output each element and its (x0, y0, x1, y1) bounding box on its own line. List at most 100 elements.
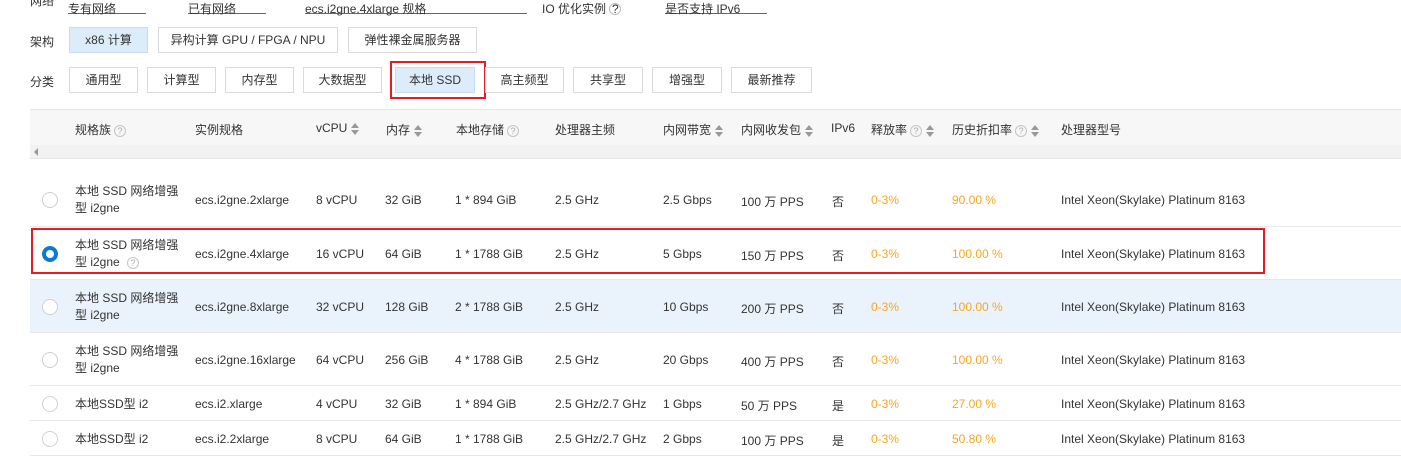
sort-icon[interactable] (351, 122, 360, 135)
sort-icon[interactable] (715, 124, 724, 137)
header-memory[interactable]: 内存 (386, 121, 423, 138)
cell-discount: 100.00 % (952, 299, 1003, 314)
cell-spec: ecs.i2.xlarge (195, 396, 263, 411)
help-icon: ? (910, 124, 923, 137)
help-icon: ? (507, 124, 520, 137)
cell-release-rate: 0-3% (871, 396, 900, 411)
sort-icon[interactable] (805, 124, 814, 137)
category-memory-button[interactable]: 内存型 (225, 67, 294, 93)
header-release-rate[interactable]: 释放率? (871, 121, 935, 138)
cell-discount: 100.00 % (952, 352, 1003, 367)
cell-release-rate: 0-3% (871, 193, 900, 207)
cell-bandwidth: 10 Gbps (663, 299, 709, 314)
cell-storage: 1 * 894 GiB (455, 396, 517, 411)
cell-ipv6: 否 (832, 354, 845, 369)
cell-family: 本地 SSD 网络增强型 i2gne (75, 343, 179, 375)
cell-cpu-model: Intel Xeon(Skylake) Platinum 8163 (1061, 193, 1246, 207)
scroll-left-icon[interactable] (34, 148, 38, 156)
cell-family: 本地SSD型 i2 (75, 396, 149, 411)
cell-discount: 90.00 % (952, 193, 997, 207)
cell-cpu-model: Intel Xeon(Skylake) Platinum 8163 (1061, 431, 1246, 446)
header-bandwidth[interactable]: 内网带宽 (663, 121, 724, 138)
vpc-select[interactable]: 已有网络 (188, 2, 266, 16)
cell-family: 本地SSD型 i2 (75, 431, 149, 446)
header-family[interactable]: 规格族? (75, 121, 127, 138)
category-general-button[interactable]: 通用型 (69, 67, 138, 93)
cell-memory: 32 GiB (385, 193, 422, 207)
header-vcpu[interactable]: vCPU (316, 121, 360, 135)
spec-search-input[interactable]: ecs.i2gne.4xlarge 规格 (305, 2, 527, 16)
cell-pps: 400 万 PPS (741, 354, 804, 369)
cell-release-rate: 0-3% (871, 299, 900, 314)
category-high-freq-button[interactable]: 高主频型 (485, 67, 564, 93)
help-icon: ? (1015, 124, 1028, 137)
cell-frequency: 2.5 GHz (555, 299, 600, 314)
table-row[interactable]: 本地 SSD 网络增强型 i2gne ecs.i2gne.16xlarge 64 v… (30, 333, 1401, 386)
category-bigdata-button[interactable]: 大数据型 (303, 67, 382, 93)
cell-spec: ecs.i2gne.16xlarge (195, 352, 296, 367)
cell-cpu-model: Intel Xeon(Skylake) Platinum 8163 (1061, 396, 1246, 411)
table-row[interactable]: 本地SSD型 i2 ecs.i2.2xlarge 8 vCPU 64 GiB 1 * 1… (30, 421, 1401, 456)
cell-vcpu: 8 vCPU (316, 193, 358, 207)
cell-ipv6: 是 (832, 398, 845, 413)
sort-icon[interactable] (1031, 124, 1040, 137)
cell-pps: 100 万 PPS (741, 195, 804, 209)
sort-icon[interactable] (926, 124, 935, 137)
table-row[interactable]: 本地SSD型 i2 ecs.i2.xlarge 4 vCPU 32 GiB 1 * 89… (30, 386, 1401, 421)
highlight-box-local-ssd (390, 61, 486, 99)
ipv6-select[interactable]: 是否支持 IPv6 (665, 2, 767, 16)
cell-pps: 100 万 PPS (741, 433, 804, 448)
highlight-box-selected-row (31, 228, 1265, 274)
category-label: 分类 (30, 75, 55, 89)
cell-vcpu: 4 vCPU (316, 396, 358, 411)
header-storage[interactable]: 本地存储? (456, 121, 520, 138)
category-shared-button[interactable]: 共享型 (573, 67, 643, 93)
cell-frequency: 2.5 GHz (555, 193, 600, 207)
header-ipv6: IPv6 (831, 121, 856, 135)
cell-release-rate: 0-3% (871, 352, 900, 367)
cell-storage: 1 * 1788 GiB (455, 431, 524, 446)
top-filter-row: 网络 专有网络 已有网络 ecs.i2gne.4xlarge 规格 IO 优化实… (0, 0, 1401, 16)
cell-ipv6: 是 (832, 433, 845, 448)
arch-heterogeneous-button[interactable]: 异构计算 GPU / FPGA / NPU (158, 27, 338, 53)
cell-memory: 256 GiB (385, 352, 429, 367)
category-compute-button[interactable]: 计算型 (147, 67, 216, 93)
cell-frequency: 2.5 GHz (555, 352, 600, 367)
cell-bandwidth: 20 Gbps (663, 352, 709, 367)
cell-bandwidth: 1 Gbps (663, 396, 702, 411)
cell-ipv6: 否 (832, 301, 845, 316)
cell-spec: ecs.i2.2xlarge (195, 431, 270, 446)
cell-vcpu: 8 vCPU (316, 431, 358, 446)
cell-storage: 1 * 894 GiB (455, 193, 517, 207)
cell-spec: ecs.i2gne.2xlarge (195, 193, 290, 207)
row-radio[interactable] (42, 351, 58, 368)
io-optimized-label: IO 优化实例 ? (542, 2, 632, 16)
sort-icon[interactable] (414, 124, 423, 137)
cell-release-rate: 0-3% (871, 431, 900, 446)
network-type-select[interactable]: 专有网络 (68, 2, 146, 16)
cell-family: 本地 SSD 网络增强型 i2gne (75, 290, 179, 322)
row-radio[interactable] (42, 430, 58, 447)
arch-x86-button[interactable]: x86 计算 (69, 27, 148, 53)
arch-bare-metal-button[interactable]: 弹性裸金属服务器 (348, 27, 477, 53)
header-discount[interactable]: 历史折扣率? (952, 121, 1040, 138)
horizontal-scrollbar[interactable] (30, 145, 1401, 159)
cell-memory: 128 GiB (385, 299, 429, 314)
row-radio[interactable] (42, 395, 58, 412)
cell-memory: 32 GiB (385, 396, 422, 411)
cell-discount: 50.80 % (952, 431, 997, 446)
header-spec: 实例规格 (195, 123, 244, 137)
cell-discount: 27.00 % (952, 396, 997, 411)
cell-pps: 50 万 PPS (741, 398, 798, 413)
cell-memory: 64 GiB (385, 431, 422, 446)
category-recommended-button[interactable]: 最新推荐 (731, 67, 812, 93)
cell-frequency: 2.5 GHz/2.7 GHz (555, 396, 647, 411)
table-row[interactable]: 本地 SSD 网络增强型 i2gne ecs.i2gne.2xlarge 8 vCP… (30, 173, 1401, 227)
row-radio[interactable] (42, 298, 58, 315)
help-icon: ? (114, 124, 127, 137)
header-pps[interactable]: 内网收发包 (741, 121, 814, 138)
table-row[interactable]: 本地 SSD 网络增强型 i2gne ecs.i2gne.8xlarge 32 vC… (30, 280, 1401, 333)
category-enhanced-button[interactable]: 增强型 (652, 67, 722, 93)
row-radio[interactable] (42, 192, 58, 208)
cell-cpu-model: Intel Xeon(Skylake) Platinum 8163 (1061, 352, 1246, 367)
